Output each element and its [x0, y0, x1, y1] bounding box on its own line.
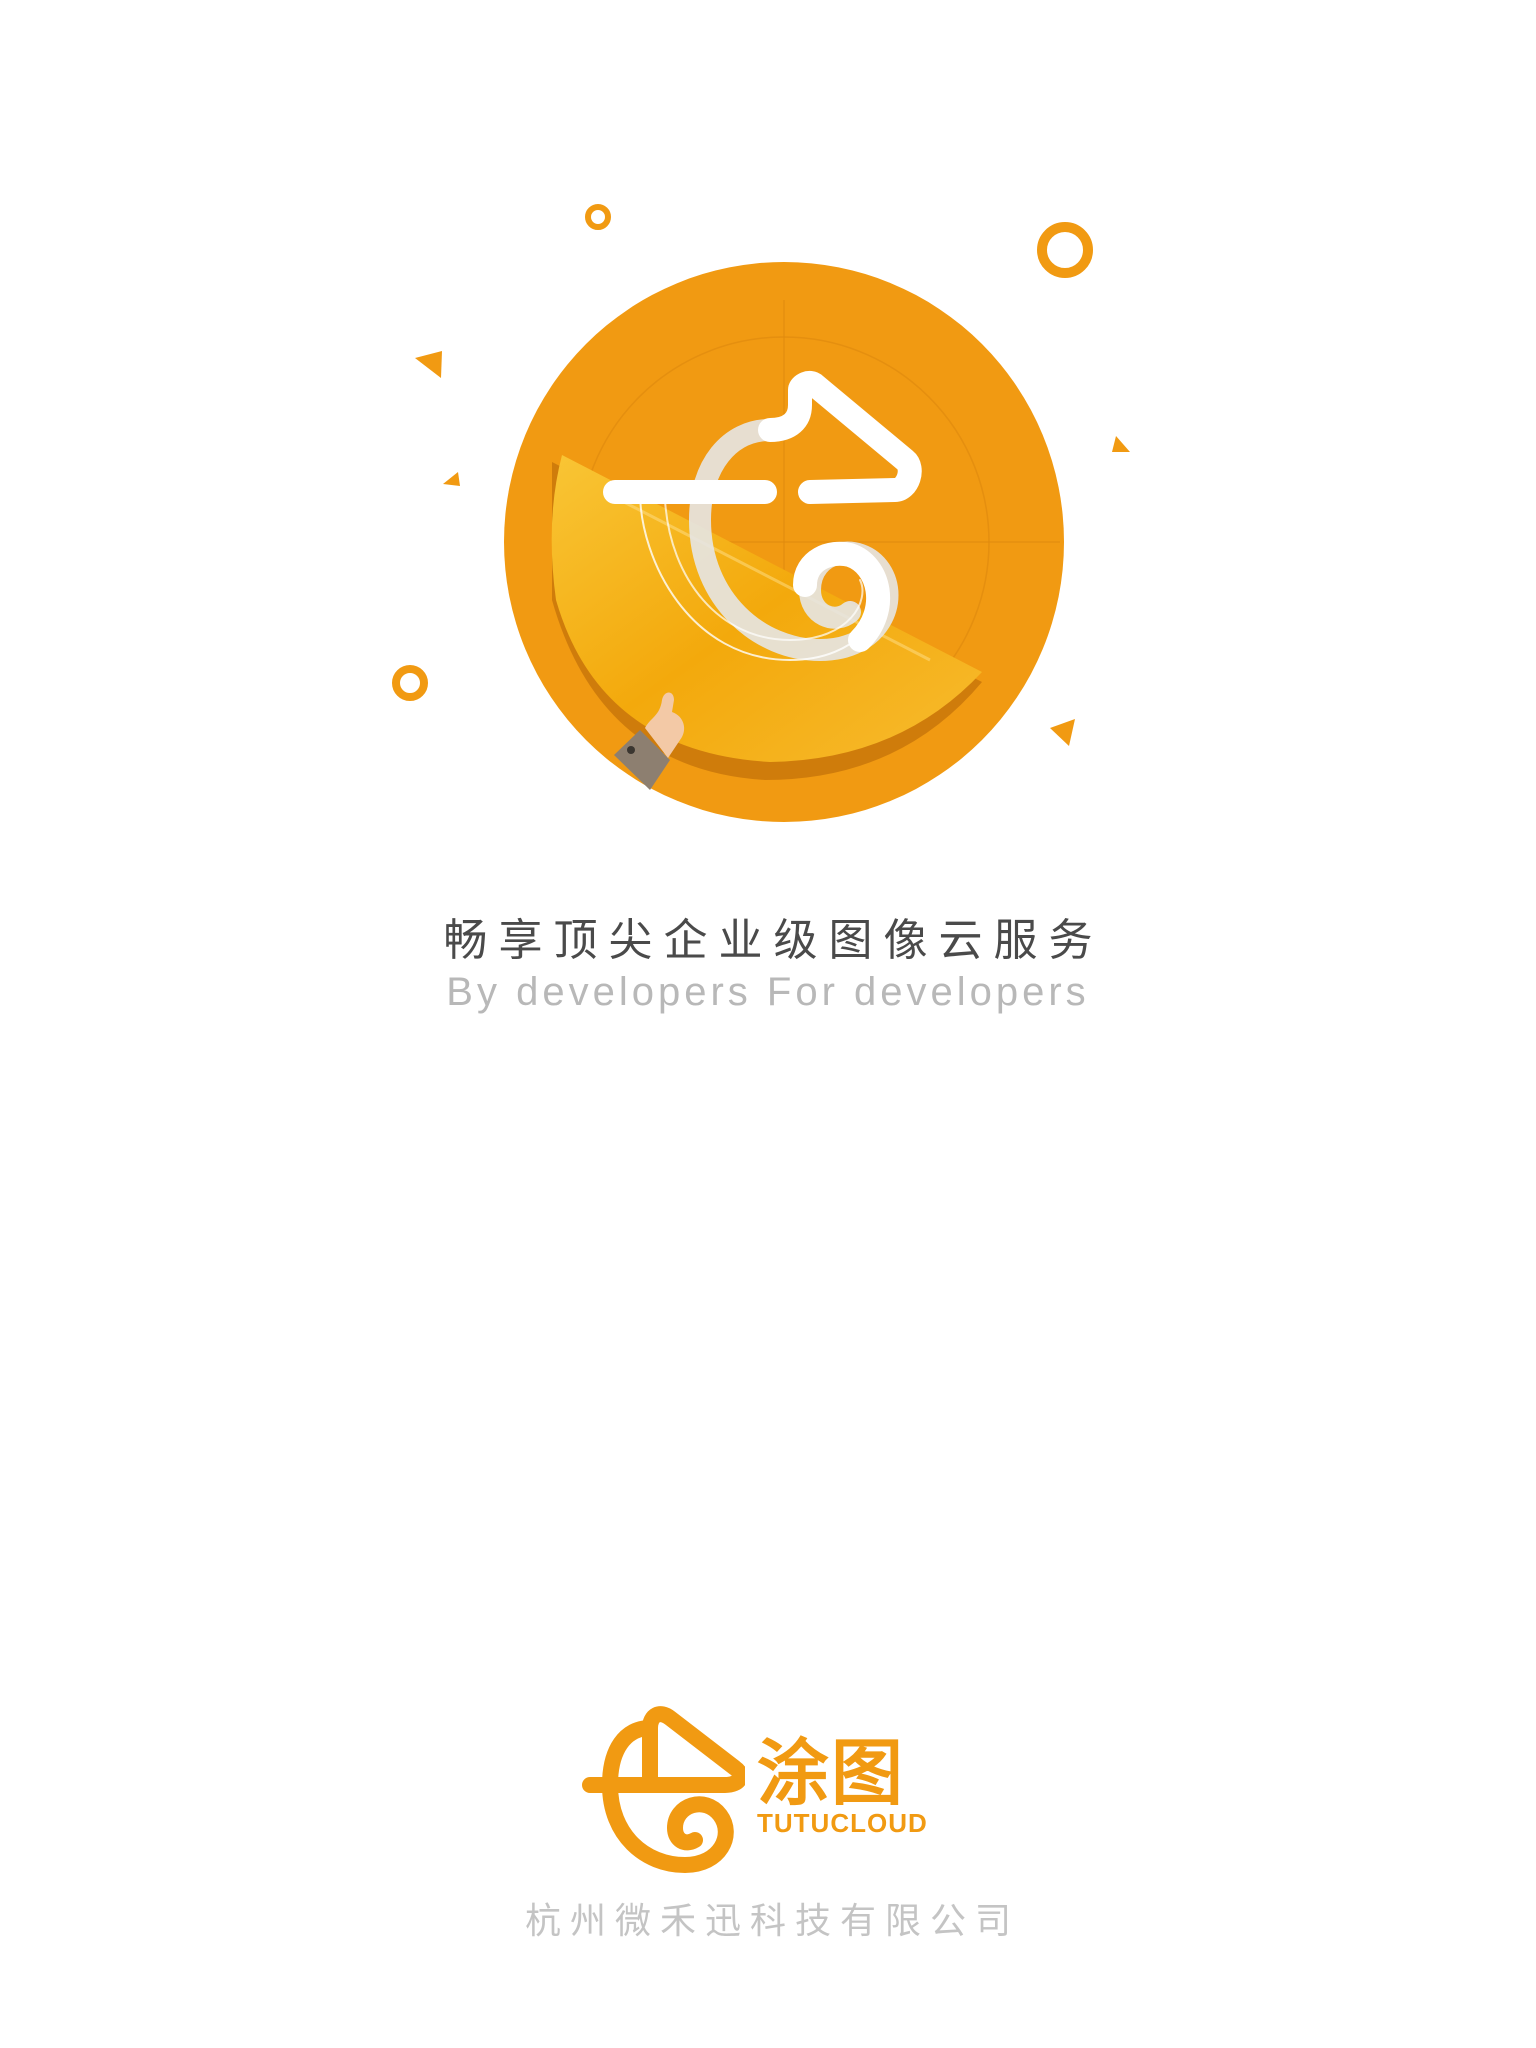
coin-icon: [504, 262, 1064, 822]
triangle-decoration: [443, 472, 460, 486]
ring-decoration: [585, 204, 611, 230]
triangle-decoration: [415, 351, 442, 378]
brand-logo: 涂图 TUTUCLOUD: [575, 1700, 935, 1875]
ring-decoration: [392, 665, 428, 701]
tagline-english: By developers For developers: [446, 970, 1090, 1014]
tagline-chinese: 畅享顶尖企业级图像云服务: [443, 915, 1104, 966]
triangle-decoration: [1050, 719, 1075, 746]
brand-name-chinese: 涂图: [757, 1731, 906, 1815]
brand-name-english: TUTUCLOUD: [757, 1808, 928, 1838]
hero-illustration: [0, 0, 1536, 900]
ring-decoration: [1037, 222, 1093, 278]
triangle-decoration: [1112, 436, 1130, 452]
company-name: 杭州微禾迅科技有限公司: [524, 1901, 1020, 1942]
tutucloud-logo-icon: [582, 1706, 745, 1873]
